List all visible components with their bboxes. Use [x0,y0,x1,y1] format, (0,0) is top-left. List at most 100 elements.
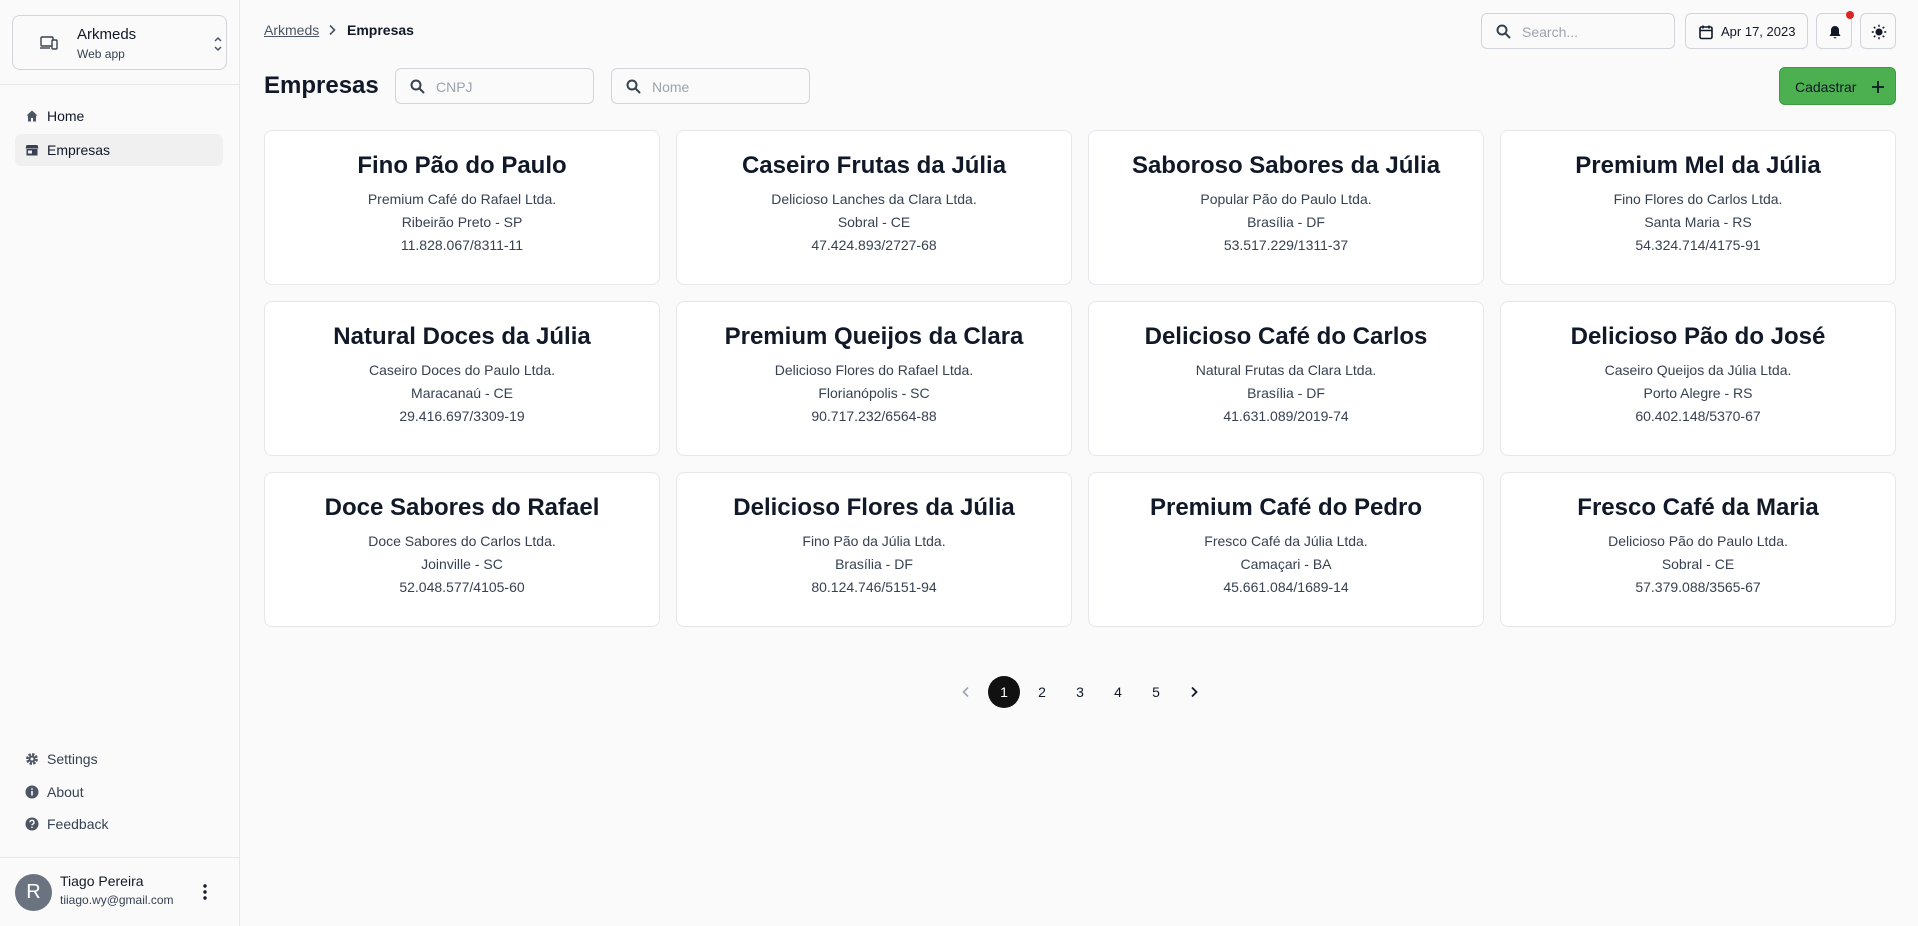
company-card[interactable]: Natural Doces da Júlia Caseiro Doces do … [264,301,660,456]
add-company-button[interactable]: Cadastrar [1779,67,1896,105]
avatar[interactable]: R [15,874,52,911]
sidebar: Arkmeds Web app Home Empresas Settings A… [0,0,240,926]
company-legal-name: Delicioso Pão do Paulo Ltda. [1608,533,1788,549]
date-picker-button[interactable]: Apr 17, 2023 [1685,13,1808,49]
more-vertical-icon[interactable] [198,882,212,902]
cnpj-filter-input[interactable] [436,78,581,96]
sidebar-item-about[interactable]: About [15,779,223,805]
plus-icon [1872,81,1884,93]
sidebar-item-feedback[interactable]: Feedback [15,811,223,837]
devices-icon [40,36,58,50]
company-name: Delicioso Pão do José [1570,323,1826,350]
theme-toggle-button[interactable] [1860,13,1896,49]
page-3-button[interactable]: 3 [1064,676,1096,708]
company-card[interactable]: Premium Queijos da Clara Delicioso Flore… [676,301,1072,456]
gear-icon [26,753,38,765]
company-city: Ribeirão Preto - SP [401,214,523,230]
app-name: Arkmeds [77,26,137,43]
date-label: Apr 17, 2023 [1721,24,1796,39]
company-cnpj: 54.324.714/4175-91 [1635,237,1761,253]
company-card[interactable]: Fino Pão do Paulo Premium Café do Rafael… [264,130,660,285]
company-cnpj: 90.717.232/6564-88 [811,408,937,424]
search-icon [626,79,641,94]
company-city: Santa Maria - RS [1644,214,1752,230]
company-legal-name: Natural Frutas da Clara Ltda. [1195,362,1377,378]
company-cnpj: 29.416.697/3309-19 [399,408,525,424]
company-card[interactable]: Fresco Café da Maria Delicioso Pão do Pa… [1500,472,1896,627]
company-card[interactable]: Delicioso Pão do José Caseiro Queijos da… [1500,301,1896,456]
company-name: Saboroso Sabores da Júlia [1131,152,1441,179]
page-5-button[interactable]: 5 [1140,676,1172,708]
sidebar-item-label: Settings [47,751,98,767]
company-cnpj: 41.631.089/2019-74 [1223,408,1349,424]
next-page-button[interactable] [1178,676,1210,708]
chevron-left-icon [962,686,969,698]
company-card[interactable]: Doce Sabores do Rafael Doce Sabores do C… [264,472,660,627]
previous-page-button[interactable] [950,676,982,708]
company-grid: Fino Pão do Paulo Premium Café do Rafael… [264,130,1896,627]
company-city: Sobral - CE [1661,556,1735,572]
company-legal-name: Fino Pão da Júlia Ltda. [802,533,946,549]
company-card[interactable]: Saboroso Sabores da Júlia Popular Pão do… [1088,130,1484,285]
company-name: Fresco Café da Maria [1577,494,1819,521]
company-city: Joinville - SC [421,556,503,572]
company-city: Camaçari - BA [1240,556,1332,572]
company-card[interactable]: Delicioso Flores da Júlia Fino Pão da Jú… [676,472,1072,627]
company-city: Brasília - DF [1247,385,1325,401]
sidebar-item-empresas[interactable]: Empresas [15,134,223,166]
notification-badge [1846,11,1854,19]
company-city: Sobral - CE [837,214,911,230]
company-legal-name: Fino Flores do Carlos Ltda. [1613,191,1783,207]
breadcrumb-current: Empresas [347,22,414,38]
nome-filter [611,68,810,104]
company-name: Caseiro Frutas da Júlia [741,152,1007,179]
company-cnpj: 57.379.088/3565-67 [1635,579,1761,595]
nome-filter-input[interactable] [652,78,797,96]
company-name: Premium Café do Pedro [1149,494,1423,521]
user-name: Tiago Pereira [60,873,144,889]
company-cnpj: 52.048.577/4105-60 [399,579,525,595]
sidebar-item-label: About [47,784,84,800]
sidebar-item-label: Empresas [47,142,111,158]
company-name: Natural Doces da Júlia [333,323,591,350]
company-name: Delicioso Café do Carlos [1144,323,1428,350]
company-name: Delicioso Flores da Júlia [733,494,1015,521]
company-card[interactable]: Premium Café do Pedro Fresco Café da Júl… [1088,472,1484,627]
chevron-up-down-icon [214,36,222,52]
company-legal-name: Delicioso Lanches da Clara Ltda. [771,191,977,207]
home-icon [26,110,38,122]
company-legal-name: Caseiro Queijos da Júlia Ltda. [1604,362,1792,378]
company-name: Fino Pão do Paulo [357,152,567,179]
help-icon [25,817,39,831]
company-card[interactable]: Delicioso Café do Carlos Natural Frutas … [1088,301,1484,456]
page-1-button[interactable]: 1 [988,676,1020,708]
add-company-label: Cadastrar [1795,79,1857,95]
company-cnpj: 11.828.067/8311-11 [400,237,524,253]
search-input[interactable] [1522,23,1667,41]
sidebar-item-home[interactable]: Home [15,100,223,132]
bell-icon [1829,26,1841,39]
company-card[interactable]: Premium Mel da Júlia Fino Flores do Carl… [1500,130,1896,285]
page-4-button[interactable]: 4 [1102,676,1134,708]
page-title: Empresas [264,72,379,99]
page-2-button[interactable]: 2 [1026,676,1058,708]
app-switcher[interactable]: Arkmeds Web app [12,15,227,70]
calendar-icon [1699,25,1713,40]
app-subtitle: Web app [77,47,125,61]
company-card[interactable]: Caseiro Frutas da Júlia Delicioso Lanche… [676,130,1072,285]
chevron-right-icon [329,24,336,36]
company-legal-name: Popular Pão do Paulo Ltda. [1200,191,1372,207]
notifications-button[interactable] [1816,13,1852,49]
sidebar-item-label: Home [47,108,85,124]
company-city: Florianópolis - SC [818,385,930,401]
company-legal-name: Delicioso Flores do Rafael Ltda. [774,362,974,378]
pagination: 1 2 3 4 5 [950,676,1200,708]
breadcrumb-root-link[interactable]: Arkmeds [264,22,319,38]
store-icon [25,145,39,156]
company-legal-name: Fresco Café da Júlia Ltda. [1204,533,1368,549]
company-city: Maracanaú - CE [411,385,513,401]
sidebar-divider [0,84,240,85]
sidebar-item-settings[interactable]: Settings [15,746,223,772]
global-search [1481,13,1675,49]
company-legal-name: Premium Café do Rafael Ltda. [367,191,557,207]
